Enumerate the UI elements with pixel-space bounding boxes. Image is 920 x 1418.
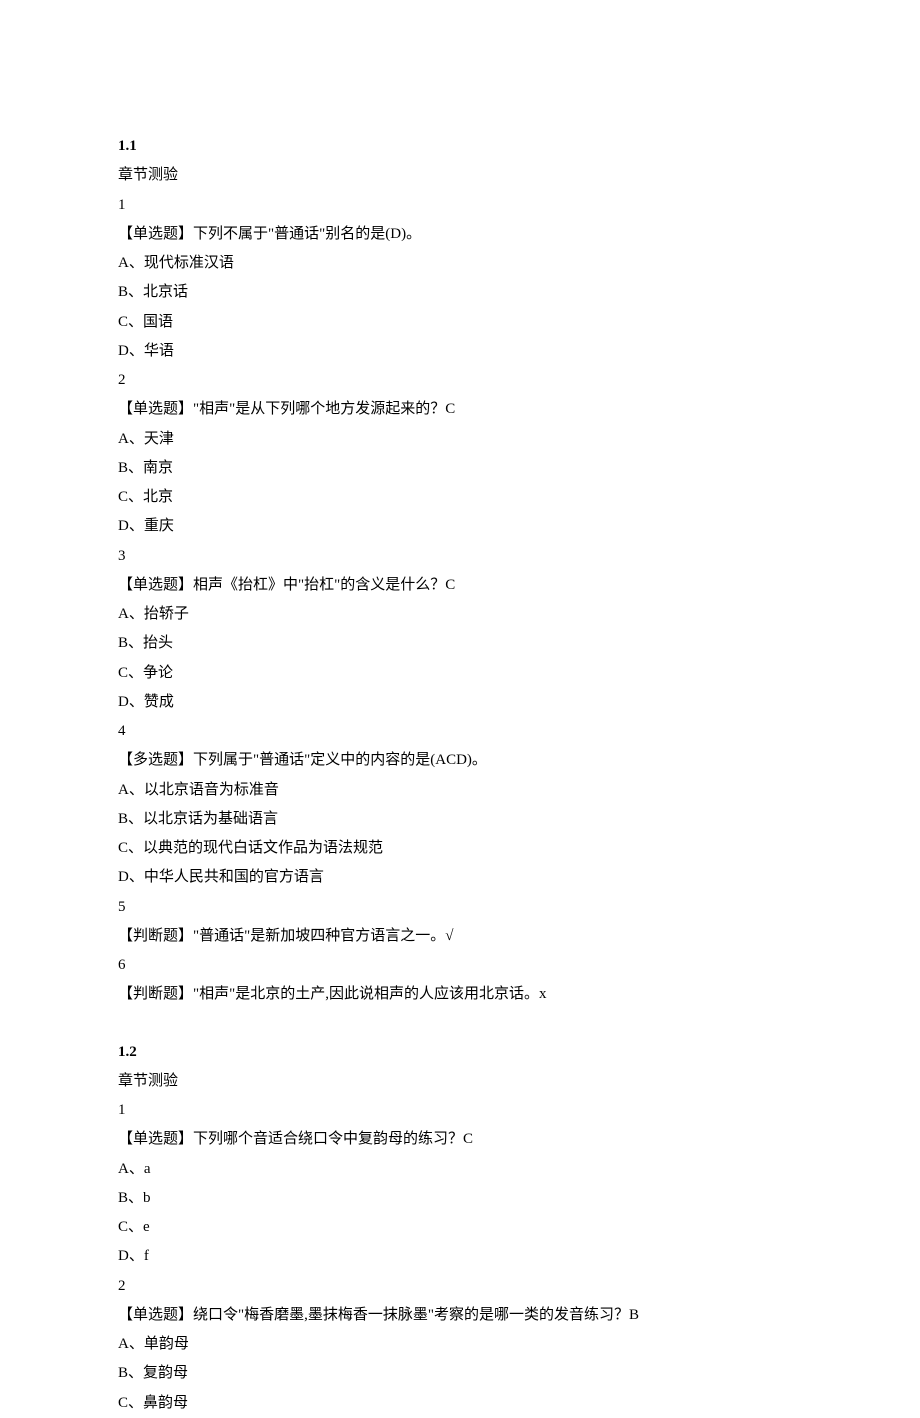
question-number: 2 — [118, 1272, 802, 1301]
question-option: D、重庆 — [118, 512, 802, 541]
question-option: B、b — [118, 1184, 802, 1213]
question-number: 3 — [118, 542, 802, 571]
question-option: D、华语 — [118, 337, 802, 366]
question-prompt: 【单选题】绕口令"梅香磨墨,墨抹梅香一抹脉墨"考察的是哪一类的发音练习？B — [118, 1301, 802, 1330]
question-prompt: 【单选题】下列哪个音适合绕口令中复韵母的练习？C — [118, 1125, 802, 1154]
question-number: 4 — [118, 717, 802, 746]
question-option: C、以典范的现代白话文作品为语法规范 — [118, 834, 802, 863]
question-option: C、国语 — [118, 308, 802, 337]
question-prompt: 【多选题】下列属于"普通话"定义中的内容的是(ACD)。 — [118, 746, 802, 775]
section-subheading: 章节测验 — [118, 1067, 802, 1096]
question-option: D、赞成 — [118, 688, 802, 717]
question-option: A、抬轿子 — [118, 600, 802, 629]
question-number: 6 — [118, 951, 802, 980]
question-option: A、现代标准汉语 — [118, 249, 802, 278]
question-option: A、a — [118, 1155, 802, 1184]
question-prompt: 【单选题】下列不属于"普通话"别名的是(D)。 — [118, 220, 802, 249]
question-option: B、抬头 — [118, 629, 802, 658]
question-option: B、以北京话为基础语言 — [118, 805, 802, 834]
question-prompt: 【判断题】"相声"是北京的土产,因此说相声的人应该用北京话。x — [118, 980, 802, 1009]
question-option: C、北京 — [118, 483, 802, 512]
document-body: 1.1章节测验1【单选题】下列不属于"普通话"别名的是(D)。A、现代标准汉语B… — [118, 132, 802, 1418]
question-number: 1 — [118, 1096, 802, 1125]
question-option: B、复韵母 — [118, 1359, 802, 1388]
section-spacer — [118, 1010, 802, 1038]
question-option: A、单韵母 — [118, 1330, 802, 1359]
section-subheading: 章节测验 — [118, 161, 802, 190]
question-option: A、以北京语音为标准音 — [118, 776, 802, 805]
section-heading: 1.2 — [118, 1038, 802, 1067]
question-option: A、天津 — [118, 425, 802, 454]
question-number: 2 — [118, 366, 802, 395]
section-heading: 1.1 — [118, 132, 802, 161]
question-option: C、争论 — [118, 659, 802, 688]
question-prompt: 【单选题】"相声"是从下列哪个地方发源起来的？C — [118, 395, 802, 424]
question-option: C、e — [118, 1213, 802, 1242]
question-option: D、f — [118, 1242, 802, 1271]
question-number: 1 — [118, 191, 802, 220]
question-option: D、中华人民共和国的官方语言 — [118, 863, 802, 892]
question-number: 5 — [118, 893, 802, 922]
question-prompt: 【单选题】相声《抬杠》中"抬杠"的含义是什么？C — [118, 571, 802, 600]
question-option: C、鼻韵母 — [118, 1389, 802, 1418]
question-prompt: 【判断题】"普通话"是新加坡四种官方语言之一。√ — [118, 922, 802, 951]
question-option: B、北京话 — [118, 278, 802, 307]
question-option: B、南京 — [118, 454, 802, 483]
